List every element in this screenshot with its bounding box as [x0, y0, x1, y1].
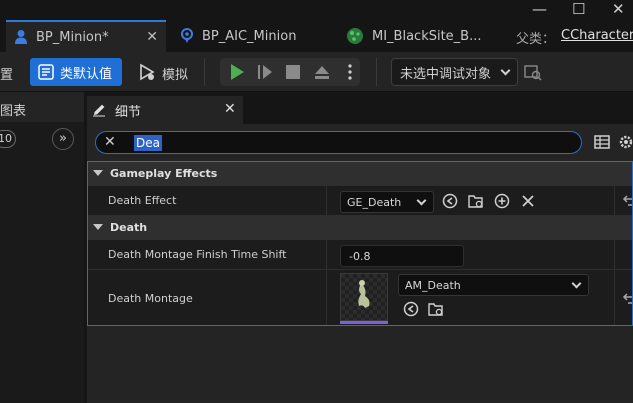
- tab-mi-blacksite[interactable]: MI_BlackSite_B...: [340, 20, 510, 52]
- use-selected-icon[interactable]: [442, 193, 458, 209]
- toolbar: 置 类默认值 模拟 未选中调试对象: [0, 52, 633, 92]
- category-gameplay-effects[interactable]: Gameplay Effects: [87, 161, 633, 185]
- tab-bp-minion[interactable]: BP_Minion* ✕: [6, 20, 166, 52]
- graph-panel: 图表 10 »: [0, 92, 84, 403]
- property-row-death-montage-finish-time-shift: Death Montage Finish Time Shift -0.8: [87, 239, 633, 269]
- chevron-down-icon: [500, 65, 511, 76]
- details-panel: ✕ Dea Gameplay Effects Death Effect GE_D…: [87, 124, 633, 403]
- caret-down-icon: [93, 224, 103, 230]
- category-label: Gameplay Effects: [110, 166, 218, 180]
- asset-thumbnail[interactable]: [340, 273, 388, 321]
- tab-label: BP_AIC_Minion: [202, 28, 297, 44]
- parent-class-label: 父类：: [516, 32, 556, 47]
- asset-type-bar: [340, 321, 388, 324]
- finish-time-shift-field[interactable]: -0.8: [340, 245, 464, 267]
- stop-icon[interactable]: [284, 63, 302, 81]
- minimize-icon[interactable]: —: [532, 0, 547, 18]
- property-row-death-montage: Death Montage AM_Death: [87, 269, 633, 326]
- combo-value: AM_Death: [405, 278, 461, 292]
- category-label: Death: [110, 220, 148, 234]
- graph-count-badge: 10: [0, 130, 16, 148]
- skeletal-figure-icon: [358, 280, 370, 308]
- browse-debug-icon[interactable]: [524, 63, 542, 81]
- property-name: Death Effect: [108, 194, 177, 207]
- reset-column-divider: [614, 240, 615, 269]
- class-defaults-label: 类默认值: [60, 66, 113, 82]
- category-death[interactable]: Death: [87, 215, 633, 239]
- graph-panel-title: 图表: [0, 104, 27, 119]
- step-icon[interactable]: [257, 63, 275, 81]
- maximize-icon[interactable]: ☐: [572, 0, 585, 18]
- simulate-label[interactable]: 模拟: [162, 64, 188, 83]
- close-icon[interactable]: ✕: [224, 101, 236, 117]
- pawn-icon: [15, 30, 27, 44]
- play-icon[interactable]: [228, 63, 246, 81]
- browse-asset-icon[interactable]: [428, 301, 444, 317]
- column-divider: [326, 270, 327, 326]
- details-tab-title: 细节: [115, 104, 142, 120]
- tab-details[interactable]: 细节 ✕: [87, 96, 243, 124]
- tab-bp-aic-minion[interactable]: BP_AIC_Minion: [172, 20, 332, 52]
- toolbar-separator: [376, 58, 377, 86]
- table-view-icon[interactable]: [594, 135, 610, 149]
- debug-select-label: 未选中调试对象: [400, 66, 492, 82]
- clear-search-icon[interactable]: ✕: [104, 134, 116, 150]
- add-icon[interactable]: [494, 193, 510, 209]
- more-options-icon[interactable]: [346, 63, 354, 81]
- document-tab-bar: BP_Minion* ✕ BP_AIC_Minion MI_BlackSite_…: [0, 0, 633, 52]
- death-effect-combo[interactable]: GE_Death: [340, 191, 434, 213]
- column-divider: [326, 186, 327, 215]
- chevron-down-icon: [571, 278, 582, 289]
- ai-controller-icon: [181, 28, 193, 43]
- class-defaults-button[interactable]: 类默认值: [30, 58, 122, 86]
- expand-panel-button[interactable]: »: [52, 128, 74, 150]
- property-name: Death Montage: [108, 292, 193, 305]
- chevron-down-icon: [416, 195, 427, 206]
- field-value: -0.8: [349, 249, 371, 263]
- reset-to-default-icon[interactable]: [621, 193, 633, 209]
- class-settings-button[interactable]: 置: [0, 64, 13, 83]
- graph-panel-header: 图表: [0, 92, 84, 122]
- use-selected-icon[interactable]: [403, 301, 419, 317]
- simulate-icon[interactable]: [137, 62, 157, 82]
- reset-column-divider: [614, 186, 615, 215]
- death-montage-combo[interactable]: AM_Death: [398, 274, 589, 296]
- reset-column-divider: [614, 270, 615, 326]
- property-name: Death Montage Finish Time Shift: [108, 248, 287, 261]
- browse-asset-icon[interactable]: [468, 193, 484, 209]
- toolbar-separator: [204, 58, 205, 86]
- search-input[interactable]: Dea: [134, 135, 162, 151]
- close-window-icon[interactable]: ✕: [612, 0, 625, 18]
- tab-label: BP_Minion*: [36, 29, 109, 45]
- gear-icon[interactable]: [618, 134, 633, 150]
- caret-down-icon: [93, 170, 103, 176]
- tab-label: MI_BlackSite_B...: [372, 28, 482, 44]
- combo-value: GE_Death: [347, 195, 402, 209]
- reset-to-default-icon[interactable]: [621, 291, 633, 307]
- parent-class-link[interactable]: CCharacter: [561, 28, 633, 43]
- eject-icon[interactable]: [313, 63, 331, 81]
- class-defaults-icon: [38, 64, 54, 80]
- property-row-death-effect: Death Effect GE_Death: [87, 185, 633, 215]
- play-controls: [220, 58, 360, 86]
- search-field[interactable]: ✕ Dea: [95, 131, 582, 154]
- clear-icon[interactable]: [520, 193, 536, 209]
- close-icon[interactable]: ✕: [146, 29, 158, 45]
- material-instance-icon: [347, 28, 363, 44]
- pencil-icon: [93, 104, 105, 117]
- column-divider: [326, 240, 327, 269]
- debug-object-select[interactable]: 未选中调试对象: [391, 58, 518, 86]
